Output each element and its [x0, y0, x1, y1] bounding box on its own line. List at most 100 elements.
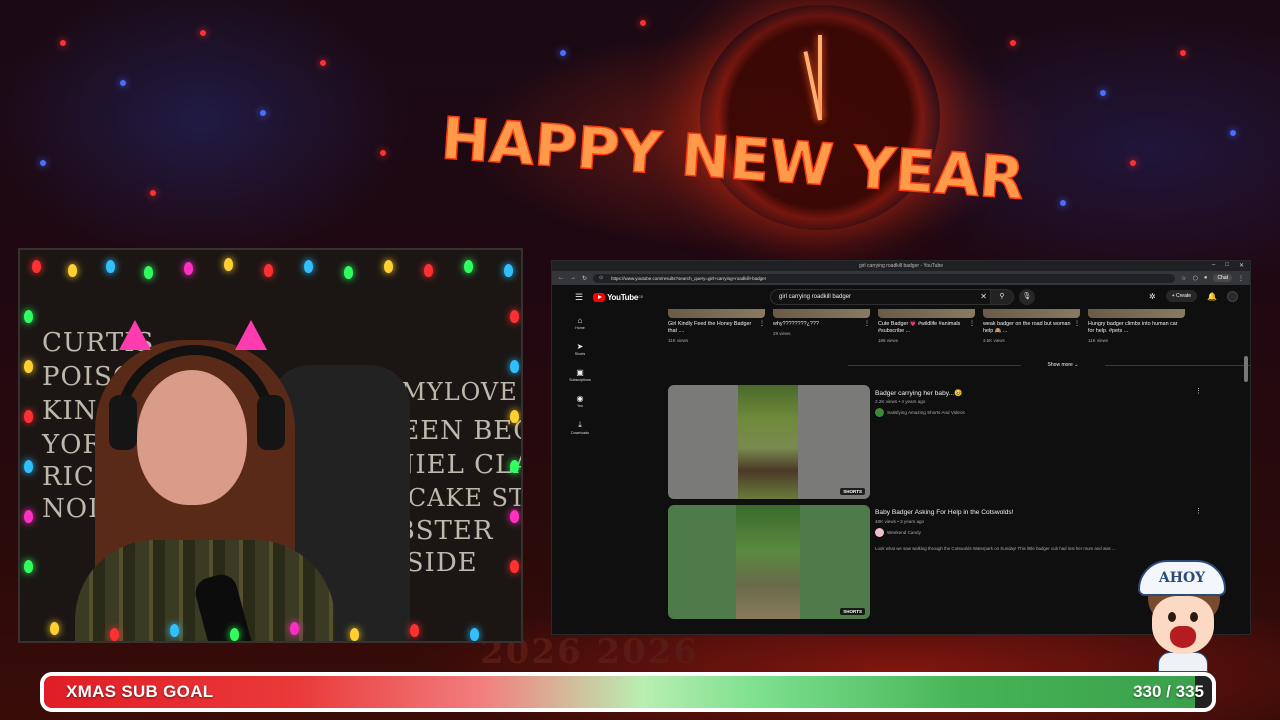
- page-scrollbar[interactable]: [1244, 356, 1248, 382]
- short-title[interactable]: weak badger on the road but woman help 🙈…: [983, 321, 1074, 335]
- browser-titlebar: girl carrying roadkill badger - YouTube …: [552, 261, 1250, 271]
- cat-ear-right: [235, 320, 267, 350]
- short-thumbnail[interactable]: [668, 309, 765, 318]
- more-actions-icon[interactable]: ⋮: [969, 321, 975, 335]
- youtube-sidebar: ⌂ Home ➤ Shorts ▣ Subscriptions ◉ You ⤓ …: [564, 316, 596, 447]
- short-card[interactable]: Hungry badger climbs into human car for …: [1088, 309, 1185, 343]
- streamer: [75, 320, 335, 641]
- short-views: 29 views: [773, 331, 791, 336]
- webcam-frame: CURTIS POISON KING YORK RICH NOI DR AMYL…: [18, 248, 523, 643]
- voice-search-button[interactable]: 🎙: [1019, 289, 1035, 305]
- bookmark-star-icon[interactable]: ☆: [1181, 275, 1186, 282]
- region-code: GB: [638, 295, 644, 299]
- sub-goal-progress: [44, 676, 1195, 708]
- video-meta: 2.2K views • 4 years ago: [875, 399, 926, 404]
- cat-ear-left: [119, 320, 151, 350]
- site-info-icon[interactable]: ⊙: [599, 274, 603, 283]
- extensions-icon[interactable]: ⬡: [1193, 275, 1198, 282]
- short-card[interactable]: why????????¿??? ⋮ 29 views: [773, 309, 870, 343]
- search-icon: ⚲: [999, 293, 1005, 300]
- maximize-icon[interactable]: □: [1225, 262, 1229, 269]
- short-title[interactable]: Cute Badger 💗 #wildlife #animals #subscr…: [878, 321, 969, 335]
- sidebar-item-label: Downloads: [571, 431, 589, 435]
- short-card[interactable]: Girl Kindly Feed the Honey Badger that .…: [668, 309, 765, 343]
- subscriptions-icon: ▣: [576, 368, 584, 377]
- back-icon[interactable]: ←: [558, 275, 564, 281]
- sidebar-item-label: Home: [575, 326, 585, 330]
- downloads-icon: ⤓: [578, 420, 582, 429]
- more-actions-icon[interactable]: ⋮: [759, 321, 765, 335]
- clear-search-icon[interactable]: ✕: [980, 290, 987, 304]
- video-result[interactable]: SHORTS Badger carrying her baby...🥹 2.2K…: [668, 385, 1208, 499]
- search-button[interactable]: ⚲: [990, 289, 1014, 305]
- happy-new-year-text: HAPPY NEW YEAR: [439, 104, 1026, 208]
- menu-icon[interactable]: ☰: [575, 292, 583, 303]
- short-card[interactable]: Cute Badger 💗 #wildlife #animals #subscr…: [878, 309, 975, 343]
- stream-overlay: HAPPY NEW YEAR 2026 2026 CURTIS POISON K…: [0, 0, 1280, 720]
- close-window-icon[interactable]: ✕: [1239, 262, 1244, 269]
- video-title[interactable]: Badger carrying her baby...🥹: [875, 389, 962, 397]
- youtube-header: ☰ YouTube GB girl carrying roadkill badg…: [552, 285, 1250, 309]
- sub-goal-bar: XMAS SUB GOAL 330 / 335: [40, 672, 1216, 712]
- youtube-logo[interactable]: YouTube GB: [593, 292, 644, 302]
- sidebar-item-home[interactable]: ⌂ Home: [564, 316, 596, 330]
- short-thumbnail[interactable]: [983, 309, 1080, 318]
- video-thumbnail[interactable]: SHORTS: [668, 385, 870, 499]
- more-actions-icon[interactable]: ⋮: [1195, 387, 1202, 395]
- profile-icon[interactable]: ●: [1204, 275, 1208, 281]
- reload-icon[interactable]: ↻: [582, 275, 587, 282]
- short-views: 11K views: [668, 338, 689, 343]
- short-thumbnail[interactable]: [878, 309, 975, 318]
- short-title[interactable]: Hungry badger climbs into human car for …: [1088, 321, 1185, 335]
- search-input[interactable]: girl carrying roadkill badger ✕: [770, 289, 992, 305]
- account-avatar[interactable]: [1227, 290, 1238, 302]
- channel-name[interactable]: Weekend Candy: [887, 530, 921, 535]
- sidebar-item-subscriptions[interactable]: ▣ Subscriptions: [564, 368, 596, 382]
- address-bar-row: ← → ↻ ⊙ https://www.youtube.com/results?…: [552, 271, 1250, 285]
- home-icon: ⌂: [577, 316, 583, 325]
- more-actions-icon[interactable]: ⋮: [1195, 507, 1202, 515]
- more-actions-icon[interactable]: ⋮: [1074, 321, 1080, 335]
- sailor-hat: AHOY: [1138, 560, 1226, 596]
- video-result[interactable]: SHORTS Baby Badger Asking For Help in th…: [668, 505, 1208, 619]
- sub-goal-count: 330 / 335: [1133, 682, 1204, 701]
- create-button[interactable]: + Create: [1165, 290, 1198, 302]
- sidebar-item-you[interactable]: ◉ You: [564, 394, 596, 408]
- sidebar-item-label: Subscriptions: [569, 378, 591, 382]
- hat-text: AHOY: [1158, 570, 1206, 586]
- short-views: 186 views: [878, 338, 899, 343]
- extension-gear-icon[interactable]: ✲: [1149, 292, 1156, 301]
- sidebar-item-downloads[interactable]: ⤓ Downloads: [564, 420, 596, 435]
- shorts-badge: SHORTS: [840, 608, 865, 615]
- short-thumbnail[interactable]: [1088, 309, 1185, 318]
- browser-menu-icon[interactable]: ⋮: [1238, 275, 1244, 282]
- search-query: girl carrying roadkill badger: [779, 294, 852, 300]
- browser-tab-title[interactable]: girl carrying roadkill badger - YouTube: [859, 263, 943, 269]
- channel-row[interactable]: Satisfying Amazing Shorts And Videos: [875, 408, 965, 417]
- short-title[interactable]: why????????¿???: [773, 321, 819, 328]
- ahoy-mascot: AHOY: [1130, 556, 1232, 674]
- sub-goal-label: XMAS SUB GOAL: [66, 682, 214, 701]
- channel-name[interactable]: Satisfying Amazing Shorts And Videos: [887, 410, 965, 415]
- channel-avatar[interactable]: [875, 408, 884, 417]
- minimize-icon[interactable]: –: [1212, 262, 1215, 269]
- video-thumbnail[interactable]: SHORTS: [668, 505, 870, 619]
- create-label: Create: [1176, 293, 1192, 299]
- youtube-wordmark: YouTube: [607, 292, 639, 302]
- sidebar-item-shorts[interactable]: ➤ Shorts: [564, 342, 596, 356]
- more-actions-icon[interactable]: ⋮: [864, 321, 870, 328]
- chat-button[interactable]: Chat: [1213, 274, 1232, 282]
- chevron-down-icon: ⌄: [1074, 362, 1079, 368]
- notifications-bell-icon[interactable]: 🔔: [1207, 292, 1217, 301]
- url-field[interactable]: ⊙ https://www.youtube.com/results?search…: [593, 273, 1176, 283]
- url-text: https://www.youtube.com/results?search_q…: [611, 275, 767, 281]
- short-card[interactable]: weak badger on the road but woman help 🙈…: [983, 309, 1080, 343]
- forward-icon[interactable]: →: [570, 275, 576, 281]
- short-thumbnail[interactable]: [773, 309, 870, 318]
- short-title[interactable]: Girl Kindly Feed the Honey Badger that .…: [668, 321, 759, 335]
- show-more-row: Show more ⌄: [848, 358, 1250, 372]
- show-more-button[interactable]: Show more ⌄: [1021, 358, 1105, 372]
- video-title[interactable]: Baby Badger Asking For Help in the Cotsw…: [875, 509, 1014, 516]
- channel-avatar[interactable]: [875, 528, 884, 537]
- channel-row[interactable]: Weekend Candy: [875, 528, 921, 537]
